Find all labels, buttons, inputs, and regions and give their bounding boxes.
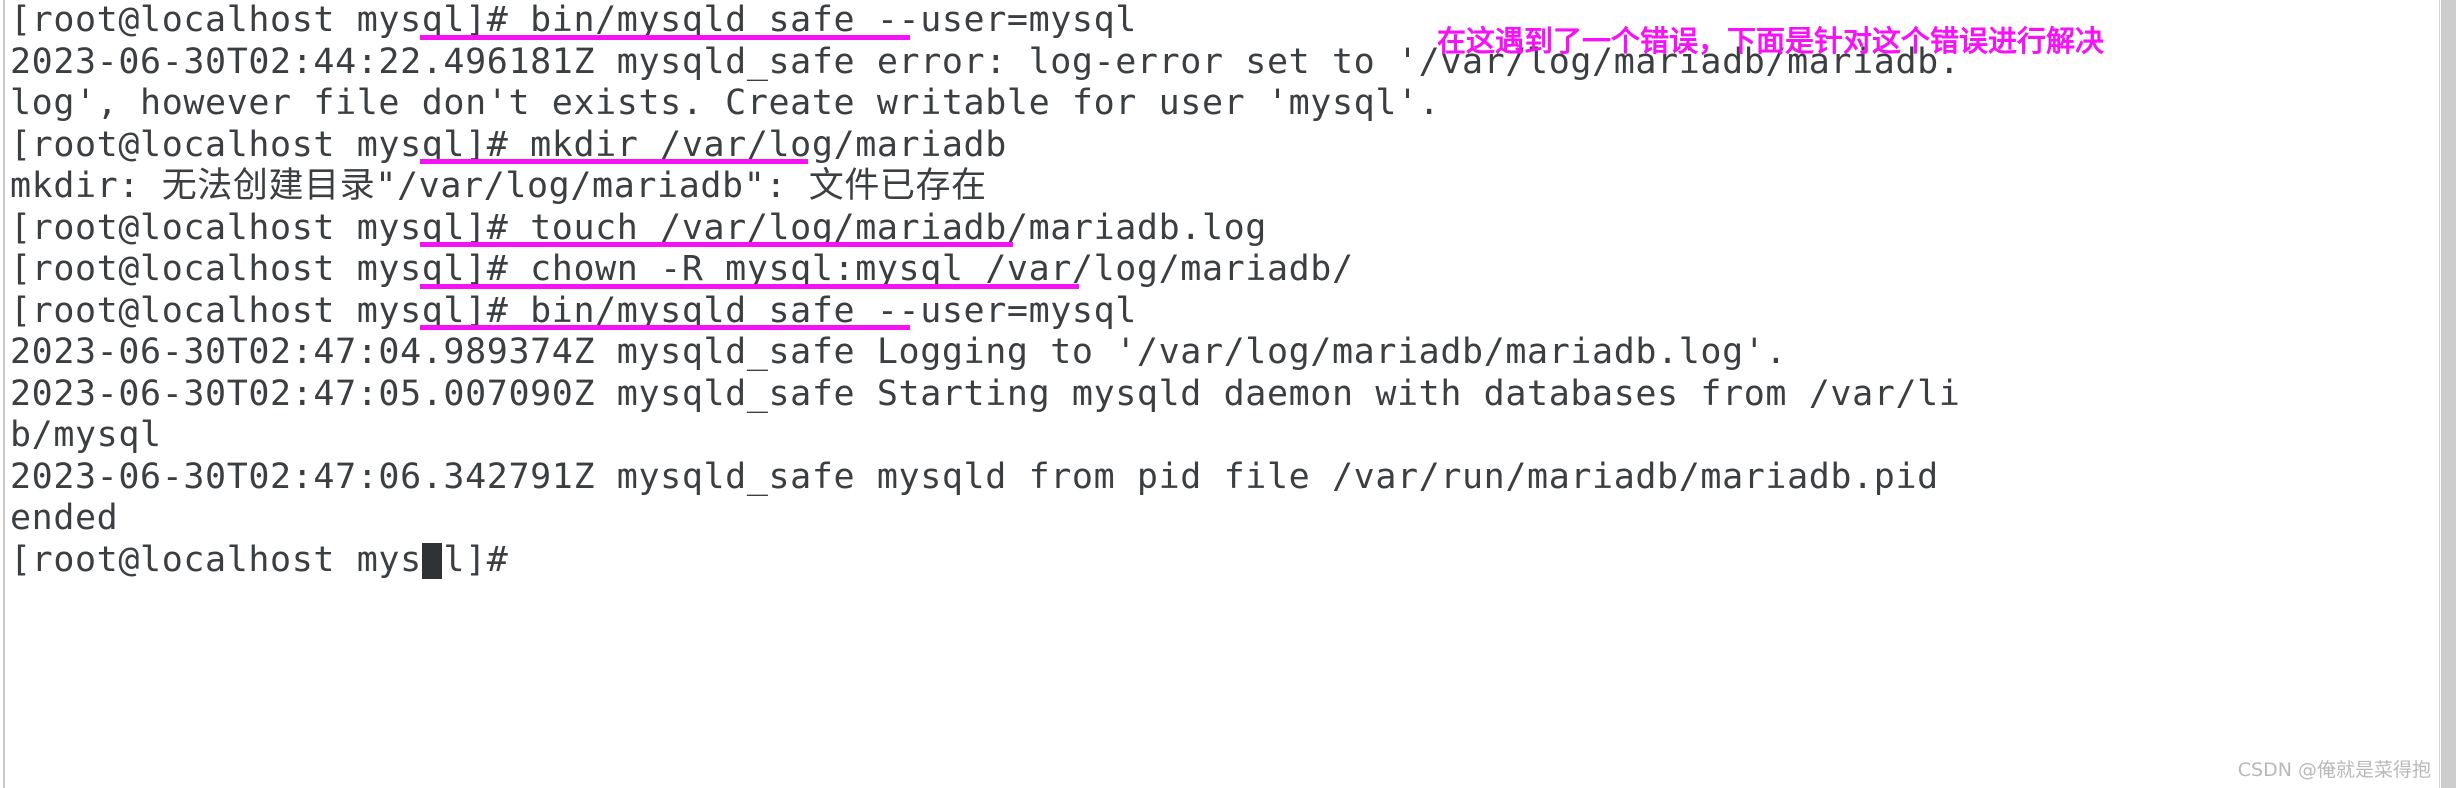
terminal-line-text: 2023-06-30T02:47:06.342791Z mysqld_safe … <box>10 456 1939 497</box>
terminal-line-text: [root@localhost mysql]# <box>10 539 531 580</box>
terminal-line: 2023-06-30T02:47:06.342791Z mysqld_safe … <box>10 457 2430 499</box>
command-underline-highlight <box>420 325 910 330</box>
terminal-line: b/mysql <box>10 415 2430 457</box>
error-annotation-text: 在这遇到了一个错误，下面是针对这个错误进行解决 <box>1437 24 2105 58</box>
terminal-output[interactable]: [root@localhost mysql]# bin/mysqld_safe … <box>10 0 2430 581</box>
command-underline-highlight <box>420 34 910 40</box>
terminal-line: 2023-06-30T02:47:05.007090Z mysqld_safe … <box>10 374 2430 416</box>
terminal-line: [root@localhost mysql]# touch /var/log/m… <box>10 208 2430 250</box>
terminal-line-text: log', however file don't exists. Create … <box>10 83 1441 123</box>
terminal-line: [root@localhost mysql]# mkdir /var/log/m… <box>10 125 2430 167</box>
scrollbar-thumb[interactable] <box>2441 0 2456 788</box>
terminal-line: mkdir: 无法创建目录"/var/log/mariadb": 文件已存在 <box>10 166 2430 208</box>
csdn-watermark: CSDN @俺就是菜得抱 <box>2237 759 2431 781</box>
terminal-line-text: b/mysql <box>10 415 162 455</box>
terminal-line-text: ended <box>10 498 119 538</box>
command-underline-highlight <box>420 159 808 164</box>
terminal-line-text: 2023-06-30T02:47:04.989374Z mysqld_safe … <box>10 332 1788 372</box>
terminal-line: [root@localhost mysql]# bin/mysqld_safe … <box>10 291 2430 333</box>
text-cursor <box>422 542 442 579</box>
terminal-line-text: mkdir: 无法创建目录"/var/log/mariadb": 文件已存在 <box>10 166 987 206</box>
terminal-window: [root@localhost mysql]# bin/mysqld_safe … <box>0 0 2457 788</box>
window-left-border <box>3 0 5 788</box>
command-underline-highlight <box>420 242 1013 247</box>
terminal-line: 2023-06-30T02:47:04.989374Z mysqld_safe … <box>10 332 2430 374</box>
terminal-line: [root@localhost mysql]# <box>10 540 2430 582</box>
command-underline-highlight <box>420 283 1079 289</box>
terminal-line-text: 2023-06-30T02:47:05.007090Z mysqld_safe … <box>10 373 1961 414</box>
terminal-line: log', however file don't exists. Create … <box>10 83 2430 125</box>
terminal-line: ended <box>10 498 2430 540</box>
terminal-line: [root@localhost mysql]# chown -R mysql:m… <box>10 249 2430 291</box>
vertical-scrollbar[interactable] <box>2439 0 2457 788</box>
